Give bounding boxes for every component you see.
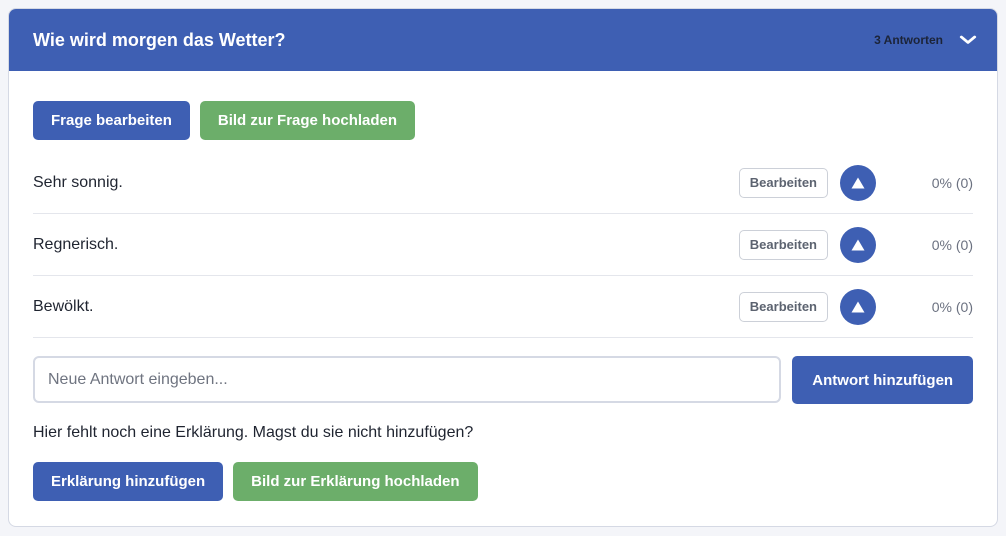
edit-answer-button[interactable]: Bearbeiten [738,229,828,260]
chevron-down-icon[interactable] [959,33,977,48]
header-meta: 3 Antworten [874,33,977,48]
answer-text: Sehr sonnig. [33,173,123,191]
explanation-actions: Erklärung hinzufügen Bild zur Erklärung … [33,462,973,501]
answer-result: 0% (0) [931,298,973,315]
triangle-up-icon [851,301,865,312]
upload-question-image-button[interactable]: Bild zur Frage hochladen [199,101,416,140]
new-answer-input[interactable] [33,356,782,403]
triangle-up-icon [851,177,865,188]
triangle-up-icon [851,239,865,250]
answer-row: Sehr sonnig. Bearbeiten 0% (0) [33,152,973,214]
add-answer-button[interactable]: Antwort hinzufügen [792,356,973,404]
upvote-button[interactable] [840,164,876,201]
missing-explanation-text: Hier fehlt noch eine Erklärung. Magst du… [33,424,474,441]
upvote-button[interactable] [840,288,876,325]
new-answer-row: Antwort hinzufügen [33,356,973,404]
question-body: Frage bearbeiten Bild zur Frage hochlade… [9,71,997,501]
question-card: Wie wird morgen das Wetter? 3 Antworten … [8,8,998,527]
question-header[interactable]: Wie wird morgen das Wetter? 3 Antworten [9,9,997,71]
answer-list: Sehr sonnig. Bearbeiten 0% (0) Regnerisc… [33,152,973,338]
question-title: Wie wird morgen das Wetter? [33,29,286,50]
answer-count-badge: 3 Antworten [874,33,943,47]
answer-row: Regnerisch. Bearbeiten 0% (0) [33,214,973,276]
edit-answer-button[interactable]: Bearbeiten [738,291,828,322]
answer-row: Bewölkt. Bearbeiten 0% (0) [33,276,973,338]
add-explanation-button[interactable]: Erklärung hinzufügen [33,462,224,501]
answer-text: Regnerisch. [33,235,119,253]
upvote-button[interactable] [840,226,876,263]
answer-result: 0% (0) [931,174,973,191]
edit-answer-button[interactable]: Bearbeiten [738,167,828,198]
answer-result: 0% (0) [931,236,973,253]
answer-text: Bewölkt. [33,297,94,315]
upload-explanation-image-button[interactable]: Bild zur Erklärung hochladen [233,462,478,501]
edit-question-button[interactable]: Frage bearbeiten [33,101,190,140]
question-actions: Frage bearbeiten Bild zur Frage hochlade… [33,101,973,140]
